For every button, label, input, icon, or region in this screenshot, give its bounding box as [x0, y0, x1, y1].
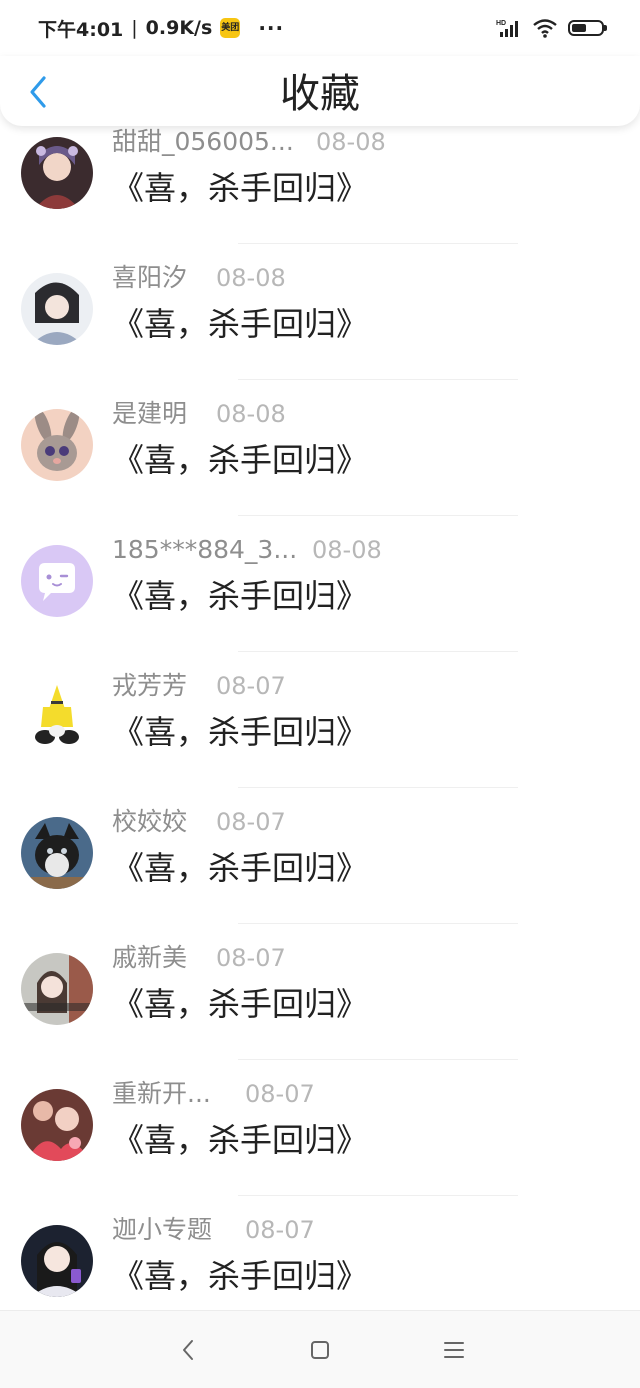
avatar[interactable] [21, 545, 93, 617]
network-speed: 0.9K/s [145, 17, 213, 39]
status-time: 下午4:01 [38, 18, 124, 41]
avatar[interactable] [21, 137, 93, 209]
more-notifications-icon: ··· [258, 16, 285, 40]
divider [238, 1195, 518, 1196]
signal-icon: HD [496, 20, 518, 37]
status-right: HD [496, 16, 607, 40]
divider [238, 651, 518, 652]
item-title[interactable]: 《喜，杀手回归》 [112, 1120, 368, 1160]
item-title[interactable]: 《喜，杀手回归》 [112, 984, 368, 1024]
item-date: 08-07 [245, 1080, 315, 1108]
user-name: 戎芳芳 [112, 671, 188, 700]
wifi-icon [533, 19, 557, 38]
item-date: 08-07 [216, 672, 286, 700]
divider [238, 787, 518, 788]
item-date: 08-07 [216, 808, 286, 836]
user-name: 是建明 [112, 399, 188, 428]
page-title: 收藏 [280, 71, 360, 117]
list-item[interactable]: 喜阳汐 08-08 《喜，杀手回归》 [0, 252, 640, 388]
divider [238, 1059, 518, 1060]
user-name: 甜甜_056005... [112, 127, 294, 156]
nav-back-icon [183, 1340, 193, 1360]
avatar[interactable] [21, 1225, 93, 1297]
item-date: 08-07 [245, 1216, 315, 1244]
avatar[interactable] [21, 817, 93, 889]
user-name: 重新开... [112, 1079, 211, 1108]
user-name: 迦小专题 [112, 1215, 213, 1244]
status-bar: 下午4:01 | 0.9K/s 美团 ··· HD [0, 0, 640, 56]
svg-text:HD: HD [496, 20, 506, 27]
user-name: 喜阳汐 [112, 263, 188, 292]
item-date: 08-08 [216, 400, 286, 428]
header: 收藏 [0, 56, 640, 126]
item-title[interactable]: 《喜，杀手回归》 [112, 712, 368, 752]
meituan-notification-icon: 美团 [220, 18, 241, 38]
list-item[interactable]: 戚新美 08-07 《喜，杀手回归》 [0, 932, 640, 1068]
divider [238, 923, 518, 924]
nav-home-icon [311, 1341, 329, 1359]
list-item[interactable]: 戎芳芳 08-07 《喜，杀手回归》 [0, 660, 640, 796]
item-title[interactable]: 《喜，杀手回归》 [112, 440, 368, 480]
avatar[interactable] [21, 273, 93, 345]
favorites-list[interactable]: 甜甜_056005... 08-08 《喜，杀手回归》 喜阳汐 08-08 《喜… [0, 126, 640, 1310]
user-name: 戚新美 [112, 943, 188, 972]
nav-menu-button[interactable] [434, 1333, 474, 1367]
item-date: 08-07 [216, 944, 286, 972]
list-item[interactable]: 校姣姣 08-07 《喜，杀手回归》 [0, 796, 640, 932]
list-item[interactable]: 185***884_3... 08-08 《喜，杀手回归》 [0, 524, 640, 660]
item-title[interactable]: 《喜，杀手回归》 [112, 576, 368, 616]
divider [238, 243, 518, 244]
avatar[interactable] [21, 953, 93, 1025]
item-title[interactable]: 《喜，杀手回归》 [112, 848, 368, 888]
avatar[interactable] [21, 409, 93, 481]
divider [238, 379, 518, 380]
status-separator: | [131, 17, 138, 39]
battery-icon [568, 20, 607, 36]
item-date: 08-08 [312, 536, 382, 564]
item-title[interactable]: 《喜，杀手回归》 [112, 1256, 368, 1296]
nav-menu-icon [444, 1342, 464, 1358]
battery-level [572, 24, 586, 32]
item-date: 08-08 [316, 128, 386, 156]
item-title[interactable]: 《喜，杀手回归》 [112, 168, 368, 208]
list-item[interactable]: 迦小专题 08-07 《喜，杀手回归》 [0, 1204, 640, 1310]
list-item[interactable]: 甜甜_056005... 08-08 《喜，杀手回归》 [0, 126, 640, 252]
divider [238, 515, 518, 516]
item-date: 08-08 [216, 264, 286, 292]
list-item[interactable]: 重新开... 08-07 《喜，杀手回归》 [0, 1068, 640, 1204]
system-nav-bar [0, 1310, 640, 1388]
item-title[interactable]: 《喜，杀手回归》 [112, 304, 368, 344]
nav-back-button[interactable] [168, 1333, 208, 1367]
status-left: 下午4:01 | 0.9K/s 美团 ··· [38, 14, 284, 42]
nav-home-button[interactable] [300, 1333, 340, 1367]
user-name: 校姣姣 [112, 807, 188, 836]
avatar[interactable] [21, 681, 93, 753]
list-item[interactable]: 是建明 08-08 《喜，杀手回归》 [0, 388, 640, 524]
avatar[interactable] [21, 1089, 93, 1161]
user-name: 185***884_3... [112, 535, 298, 564]
